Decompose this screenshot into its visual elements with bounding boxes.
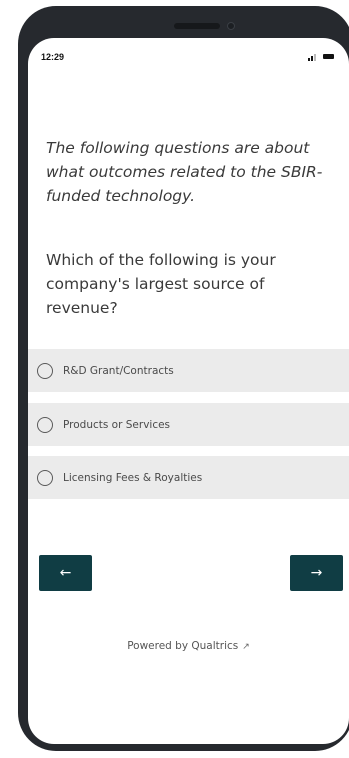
front-camera bbox=[227, 22, 235, 30]
powered-by-text: Powered by Qualtrics bbox=[127, 640, 239, 652]
speaker-grille bbox=[174, 23, 220, 29]
choice-label: Products or Services bbox=[63, 418, 171, 431]
back-button[interactable]: ← bbox=[39, 555, 92, 591]
survey-question-text: Which of the following is your company's… bbox=[46, 251, 276, 317]
status-time: 12:29 bbox=[41, 52, 65, 62]
arrow-left-icon: ← bbox=[59, 565, 72, 581]
choice-label: R&D Grant/Contracts bbox=[63, 364, 174, 377]
arrow-right-icon: → bbox=[310, 565, 323, 581]
choice-option[interactable]: Products or Services bbox=[28, 403, 349, 446]
choice-label: Licensing Fees & Royalties bbox=[63, 471, 203, 484]
radio-button[interactable] bbox=[37, 416, 53, 433]
battery-icon bbox=[323, 54, 334, 59]
signal-icon bbox=[308, 54, 316, 61]
radio-button[interactable] bbox=[37, 362, 53, 379]
radio-button[interactable] bbox=[37, 469, 53, 486]
phone-screen: 12:29 The following questions are about … bbox=[28, 38, 349, 744]
next-button[interactable]: → bbox=[290, 555, 343, 591]
powered-by-link[interactable]: Powered by Qualtrics ↗ bbox=[28, 640, 349, 652]
choice-option[interactable]: Licensing Fees & Royalties bbox=[28, 456, 349, 499]
choice-option[interactable]: R&D Grant/Contracts bbox=[28, 349, 349, 392]
survey-intro-text: The following questions are about what o… bbox=[46, 139, 323, 205]
external-link-icon: ↗ bbox=[242, 642, 250, 652]
